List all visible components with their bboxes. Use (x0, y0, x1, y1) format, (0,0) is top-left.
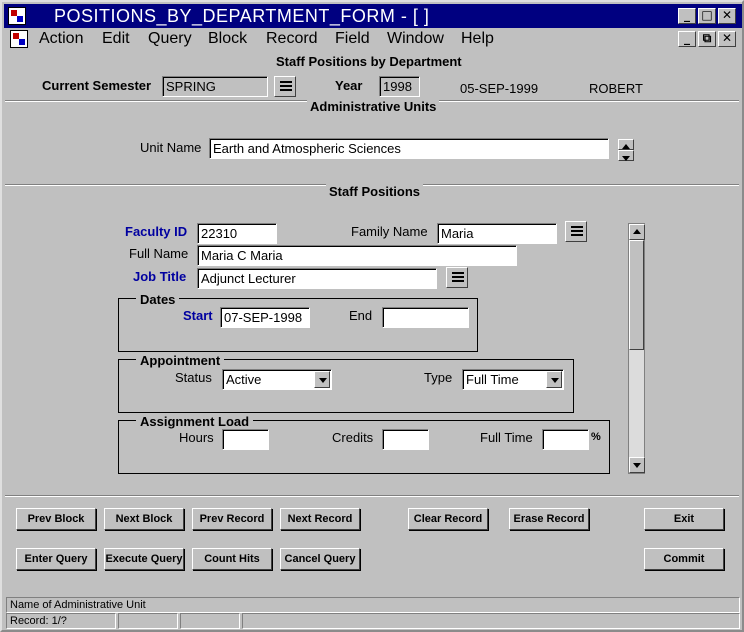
dates-frame-title: Dates (136, 292, 180, 307)
family-name-field[interactable]: Maria (437, 223, 557, 244)
menu-block[interactable]: Block (208, 30, 247, 48)
mdi-restore-icon[interactable]: ⧉ (698, 31, 716, 47)
start-date-field[interactable]: 07-SEP-1998 (220, 307, 310, 328)
count-hits-button[interactable]: Count Hits (192, 548, 272, 570)
full-name-label: Full Name (129, 246, 189, 261)
full-time-label: Full Time (480, 430, 533, 445)
enter-query-button[interactable]: Enter Query (16, 548, 96, 570)
hours-field[interactable] (222, 429, 269, 450)
family-name-label: Family Name (351, 224, 428, 239)
mdi-minimize-icon[interactable]: _ (678, 31, 696, 47)
type-label: Type (424, 370, 453, 385)
end-date-field[interactable] (382, 307, 469, 328)
app-icon[interactable] (8, 7, 26, 25)
menu-help[interactable]: Help (461, 30, 494, 48)
unit-scroll-down-icon[interactable] (618, 150, 634, 161)
type-value: Full Time (466, 372, 519, 387)
hours-label: Hours (179, 430, 214, 445)
status-value: Active (226, 372, 262, 387)
divider-buttons (5, 495, 739, 497)
status-record: Record: 1/? (6, 613, 116, 629)
status-cell-2 (118, 613, 178, 629)
form-icon[interactable] (10, 30, 28, 48)
staff-scrollbar[interactable] (628, 223, 645, 474)
menu-action[interactable]: Action (39, 30, 83, 48)
status-hint: Name of Administrative Unit (6, 597, 740, 613)
status-bar: Name of Administrative Unit Record: 1/? (6, 597, 742, 629)
close-icon[interactable]: ✕ (718, 8, 736, 24)
commit-button[interactable]: Commit (644, 548, 724, 570)
faculty-id-field[interactable]: 22310 (197, 223, 277, 244)
execute-query-button[interactable]: Execute Query (104, 548, 184, 570)
next-block-button[interactable]: Next Block (104, 508, 184, 530)
unit-name-field[interactable]: Earth and Atmospheric Sciences (209, 138, 609, 159)
semester-list-icon[interactable] (274, 76, 296, 97)
current-date: 05-SEP-1999 (460, 81, 539, 96)
scroll-thumb[interactable] (629, 240, 644, 350)
type-dropdown-icon[interactable] (546, 371, 562, 388)
appointment-frame-title: Appointment (136, 353, 225, 368)
full-time-field[interactable] (542, 429, 589, 450)
scroll-up-icon[interactable] (629, 224, 645, 240)
credits-label: Credits (332, 430, 374, 445)
window-title: POSITIONS_BY_DEPARTMENT_FORM - [ ] (54, 6, 430, 26)
end-label: End (349, 308, 373, 323)
status-label: Status (175, 370, 212, 385)
unit-name-label: Unit Name (140, 140, 202, 155)
faculty-id-label: Faculty ID (125, 224, 188, 239)
exit-button[interactable]: Exit (644, 508, 724, 530)
job-title-label: Job Title (133, 269, 187, 284)
full-name-field[interactable]: Maria C Maria (197, 245, 517, 266)
start-label: Start (183, 308, 213, 323)
current-semester-field[interactable]: SPRING (162, 76, 268, 97)
current-semester-label: Current Semester (42, 78, 152, 93)
minimize-icon[interactable]: _ (678, 8, 696, 24)
mdi-close-icon[interactable]: ✕ (718, 31, 736, 47)
maximize-icon[interactable]: □ (698, 8, 716, 24)
prev-record-button[interactable]: Prev Record (192, 508, 272, 530)
menu-field[interactable]: Field (335, 30, 370, 48)
status-cell-4 (242, 613, 740, 629)
menu-window[interactable]: Window (387, 30, 444, 48)
assignment-load-frame-title: Assignment Load (136, 414, 254, 429)
credits-field[interactable] (382, 429, 429, 450)
family-name-list-icon[interactable] (565, 221, 587, 242)
title-bar[interactable]: POSITIONS_BY_DEPARTMENT_FORM - [ ] _ □ ✕ (4, 4, 742, 28)
status-cell-3 (180, 613, 240, 629)
menu-edit[interactable]: Edit (102, 30, 130, 48)
form-title: Staff Positions by Department (276, 54, 462, 69)
cancel-query-button[interactable]: Cancel Query (280, 548, 360, 570)
staff-positions-title: Staff Positions (326, 184, 424, 199)
job-title-field[interactable]: Adjunct Lecturer (197, 268, 437, 289)
admin-units-title: Administrative Units (307, 99, 440, 114)
current-user: ROBERT (589, 81, 643, 96)
menu-bar: Action Edit Query Block Record Field Win… (4, 28, 742, 50)
app-window: POSITIONS_BY_DEPARTMENT_FORM - [ ] _ □ ✕… (0, 0, 744, 632)
erase-record-button[interactable]: Erase Record (509, 508, 589, 530)
unit-scroll-up-icon[interactable] (618, 139, 634, 150)
percent-symbol: % (591, 431, 601, 443)
year-label: Year (335, 78, 363, 93)
clear-record-button[interactable]: Clear Record (408, 508, 488, 530)
menu-query[interactable]: Query (148, 30, 192, 48)
year-field[interactable]: 1998 (379, 76, 420, 97)
menu-record[interactable]: Record (266, 30, 318, 48)
status-dropdown-icon[interactable] (314, 371, 330, 388)
job-title-list-icon[interactable] (446, 267, 468, 288)
scroll-down-icon[interactable] (629, 457, 645, 473)
status-select[interactable]: Active (222, 369, 332, 390)
type-select[interactable]: Full Time (462, 369, 564, 390)
prev-block-button[interactable]: Prev Block (16, 508, 96, 530)
next-record-button[interactable]: Next Record (280, 508, 360, 530)
